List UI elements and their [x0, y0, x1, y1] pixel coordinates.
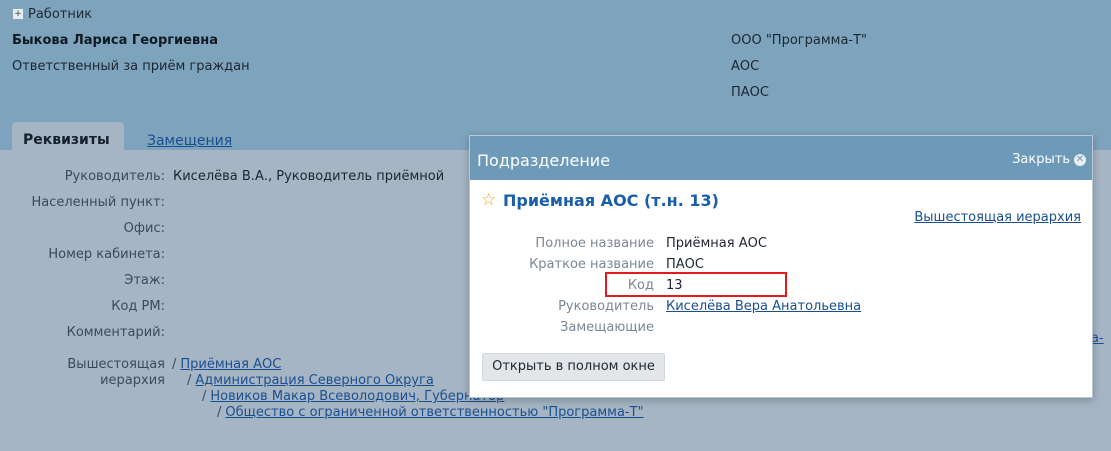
department-title: Приёмная АОС (т.н. 13) [503, 191, 719, 210]
field-label-locality: Населенный пункт: [31, 195, 165, 210]
hierarchy-link-reception[interactable]: Приёмная АОС [180, 357, 281, 372]
field-label-workplace-code: Код РМ: [111, 299, 165, 314]
dialog-label-full-name: Полное название [535, 236, 654, 251]
dialog-label-substitutes: Замещающие [560, 320, 654, 335]
hierarchy-item: / Администрация Северного Округа [187, 373, 434, 388]
open-full-window-button[interactable]: Открыть в полном окне [482, 353, 665, 381]
org-line-company: ООО "Программа-Т" [731, 33, 868, 48]
dialog-value-short-name: ПАОС [666, 257, 704, 272]
org-line-department: АОС [731, 59, 760, 74]
favorite-star-icon[interactable]: ☆ [481, 190, 496, 210]
hierarchy-label-line2: иерархия [100, 373, 165, 388]
section-title-worker: Работник [28, 7, 93, 22]
field-label-office: Офис: [123, 221, 165, 236]
dialog-value-manager-link[interactable]: Киселёва Вера Анатольевна [666, 299, 861, 314]
close-icon[interactable]: ✕ [1074, 153, 1086, 166]
dialog-value-full-name: Приёмная АОС [666, 236, 767, 251]
dialog-title: Подразделение [477, 151, 611, 170]
hierarchy-link-administration[interactable]: Администрация Северного Округа [195, 373, 433, 388]
tab-requisites[interactable]: Реквизиты [12, 122, 124, 154]
field-label-manager: Руководитель: [64, 169, 165, 184]
hierarchy-label-line1: Вышестоящая [67, 357, 165, 372]
hierarchy-link-company[interactable]: Общество с ограниченной ответственностью… [225, 405, 643, 420]
org-line-subdepartment: ПАОС [731, 85, 769, 100]
expand-toggle-icon[interactable]: + [12, 8, 24, 20]
person-role: Ответственный за приём граждан [12, 59, 250, 74]
hierarchy-separator: / [202, 389, 207, 404]
hierarchy-link-governor[interactable]: Новиков Макар Всеволодович, Губернатор [210, 389, 504, 404]
field-label-floor: Этаж: [124, 273, 165, 288]
dialog-label-manager: Руководитель [558, 299, 654, 314]
hierarchy-link[interactable]: Вышестоящая иерархия [914, 210, 1081, 225]
field-label-room-number: Номер кабинета: [48, 247, 165, 262]
tab-substitutions[interactable]: Замещения [147, 133, 232, 149]
field-value-manager: Киселёва В.А., Руководитель приёмной [173, 169, 445, 184]
person-name: Быкова Лариса Георгиевна [12, 33, 218, 48]
close-label: Закрыть [1012, 152, 1070, 167]
hierarchy-separator: / [217, 405, 222, 420]
hierarchy-separator: / [172, 357, 177, 372]
code-highlight-box [605, 272, 787, 297]
dialog-label-short-name: Краткое название [529, 257, 654, 272]
hierarchy-separator: / [187, 373, 192, 388]
hierarchy-item: / Новиков Макар Всеволодович, Губернатор [202, 389, 504, 404]
department-dialog: Подразделение Закрыть ✕ ☆ Приёмная АОС (… [469, 135, 1093, 398]
dialog-header: Подразделение Закрыть ✕ [470, 136, 1092, 180]
hierarchy-item: / Общество с ограниченной ответственность… [217, 405, 644, 420]
hierarchy-item: / Приёмная АОС [172, 357, 281, 372]
close-button[interactable]: Закрыть ✕ [1012, 152, 1086, 167]
field-label-comment: Комментарий: [66, 325, 165, 340]
